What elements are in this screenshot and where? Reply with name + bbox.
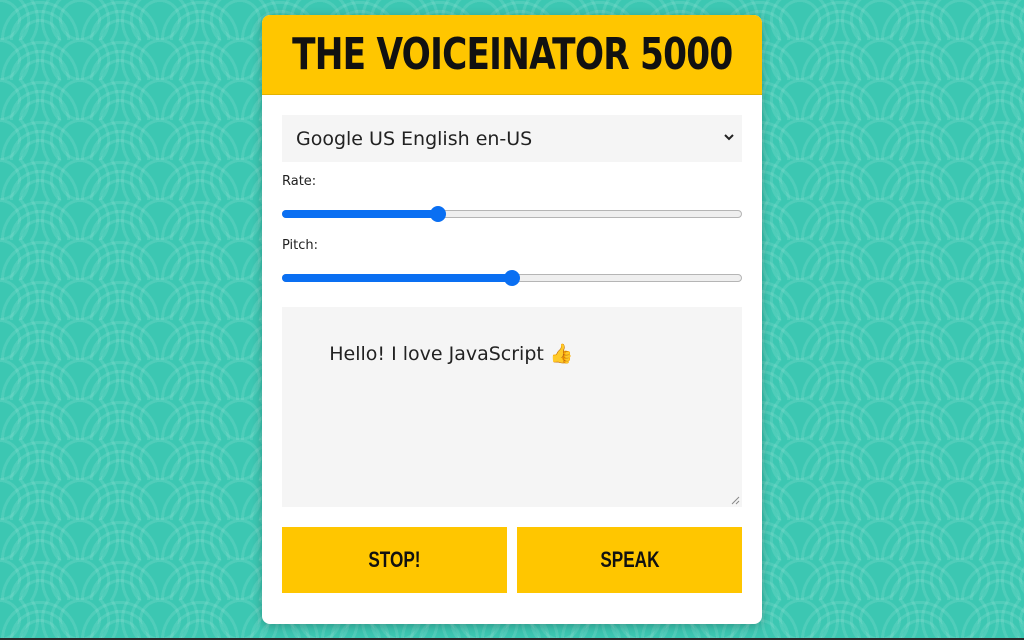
- chevron-down-icon: [724, 134, 734, 141]
- voice-select-value: Google US English en-US: [296, 127, 533, 150]
- message-text: Hello! I love JavaScript 👍: [329, 343, 574, 365]
- stop-button-label: STOP!: [368, 547, 421, 572]
- pitch-label: Pitch:: [282, 238, 319, 253]
- app-title: THE VOICEINATOR 5000: [291, 29, 733, 80]
- rate-slider-thumb[interactable]: [430, 206, 446, 222]
- rate-label: Rate:: [282, 174, 317, 189]
- header: THE VOICEINATOR 5000: [262, 15, 762, 95]
- stop-button[interactable]: STOP!: [282, 527, 507, 593]
- rate-slider[interactable]: [282, 202, 742, 226]
- message-textarea[interactable]: Hello! I love JavaScript 👍: [282, 307, 742, 507]
- speak-button-label: SPEAK: [599, 547, 660, 572]
- controls: Google US English en-US Rate: Pitch: Hel…: [262, 95, 762, 593]
- voiceinator-card: THE VOICEINATOR 5000 Google US English e…: [262, 15, 762, 624]
- resize-grip-icon[interactable]: [731, 496, 740, 505]
- pitch-slider-thumb[interactable]: [504, 270, 520, 286]
- voice-select[interactable]: Google US English en-US: [282, 115, 742, 162]
- speak-button[interactable]: SPEAK: [517, 527, 742, 593]
- pitch-slider-fill: [282, 274, 512, 282]
- button-row: STOP! SPEAK: [282, 527, 742, 593]
- pitch-slider[interactable]: [282, 266, 742, 290]
- rate-slider-fill: [282, 210, 438, 218]
